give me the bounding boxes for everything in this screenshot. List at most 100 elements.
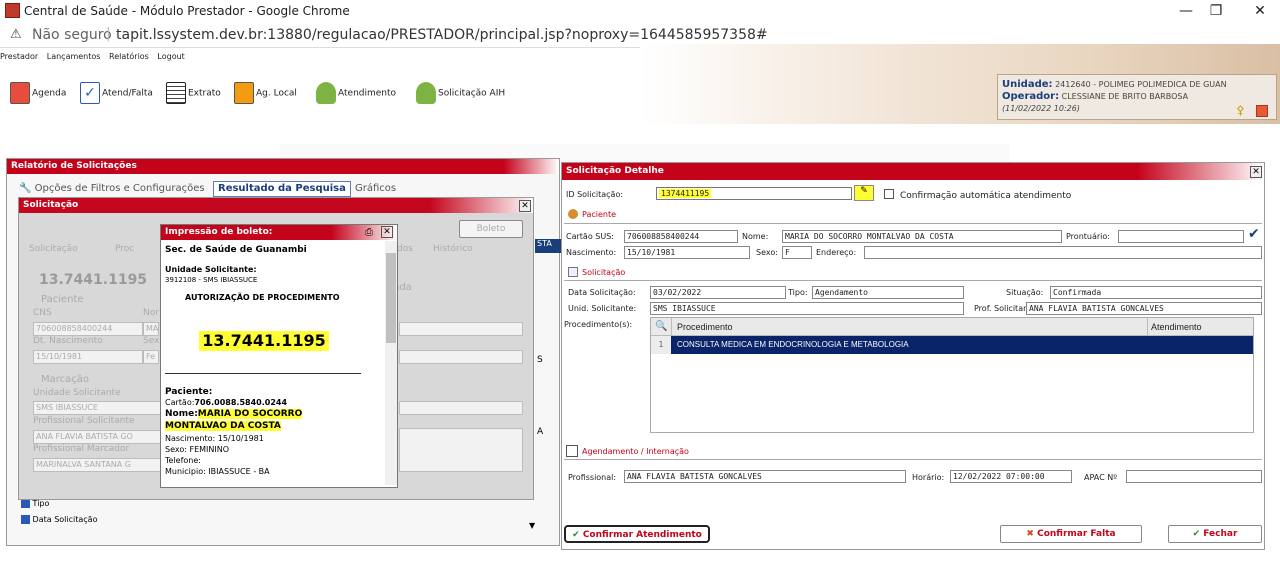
toolbar-atendimento-label: Atendimento bbox=[338, 88, 397, 99]
print-icon[interactable]: ⎙ bbox=[365, 227, 373, 238]
paciente-legend: Paciente bbox=[41, 294, 84, 305]
confirmar-falta-label: Confirmar Falta bbox=[1037, 529, 1116, 539]
tab-filtros[interactable]: 🔧 Opções de Filtros e Configurações bbox=[19, 183, 205, 194]
grid-col-procedimento[interactable]: Procedimento bbox=[677, 322, 733, 332]
close-icon[interactable]: ✕ bbox=[519, 200, 531, 212]
nome-field-fragment: MA bbox=[143, 322, 159, 336]
boleto-button[interactable]: Boleto bbox=[459, 220, 523, 238]
boleto-autorizacao: AUTORIZAÇÃO DE PROCEDIMENTO bbox=[185, 293, 340, 302]
close-icon[interactable]: ✕ bbox=[381, 226, 393, 238]
not-secure-label[interactable]: Não seguro bbox=[32, 27, 112, 43]
notes-field bbox=[399, 428, 523, 472]
sexo-label-fragment: Sex bbox=[143, 336, 160, 346]
tab-solicitacao-label: Solicitação bbox=[29, 244, 78, 254]
paciente-section: Paciente bbox=[582, 210, 617, 219]
tab-procedimentos[interactable]: Proc bbox=[115, 244, 134, 254]
prof-sol-field[interactable]: ANA FLAVIA BATISTA GONCALVES bbox=[1026, 302, 1262, 315]
menu-relatorios[interactable]: Relatórios bbox=[109, 52, 149, 61]
boleto-cartao-label: Cartão: bbox=[165, 398, 195, 407]
logout-icon[interactable] bbox=[1256, 105, 1268, 117]
nome-field-tail bbox=[399, 322, 523, 336]
toolbar-agenda[interactable]: Agenda bbox=[10, 82, 66, 112]
toolbar-extrato-label: Extrato bbox=[188, 88, 221, 99]
fechar-button[interactable]: ✔ Fechar bbox=[1168, 525, 1262, 543]
prontuario-field[interactable] bbox=[1118, 230, 1244, 243]
dt-nasc-field: 15/10/1981 bbox=[33, 350, 143, 364]
confirmar-atendimento-label: Confirmar Atendimento bbox=[582, 530, 702, 540]
boleto-nome: Nome:MARIA DO SOCORRO bbox=[165, 409, 303, 419]
apac-field[interactable] bbox=[1126, 470, 1262, 483]
close-icon[interactable]: ✕ bbox=[1248, 1, 1272, 21]
scrollbar-thumb[interactable] bbox=[386, 253, 396, 343]
close-icon[interactable]: ✕ bbox=[1250, 166, 1262, 178]
chk-tipo-row[interactable]: Tipo bbox=[21, 499, 49, 508]
doctor-icon bbox=[316, 82, 336, 104]
tipo-field[interactable]: Agendamento bbox=[812, 286, 964, 299]
toolbar-ag-local-label: Ag. Local bbox=[256, 88, 297, 99]
grid-col-divider bbox=[671, 318, 672, 336]
maximize-icon[interactable]: ❐ bbox=[1204, 1, 1228, 21]
grid-col-atendimento[interactable]: Atendimento bbox=[1151, 322, 1202, 332]
x-icon: ✖ bbox=[1026, 529, 1034, 539]
auto-confirm-checkbox[interactable] bbox=[884, 189, 894, 199]
boleto-cartao-value: 706.0088.5840.0244 bbox=[194, 398, 288, 407]
solicitacao-modal-title: Solicitação bbox=[19, 198, 533, 213]
minimize-icon[interactable]: — bbox=[1174, 1, 1198, 21]
boleto-nome-value-2: MONTALVAO DA COSTA bbox=[165, 421, 281, 431]
tab-resultado[interactable]: Resultado da Pesquisa bbox=[213, 181, 351, 197]
unidade-value: 2412640 - POLIMEG POLIMEDICA DE GUAN bbox=[1055, 80, 1227, 89]
scroll-down-icon[interactable]: ▼ bbox=[529, 521, 535, 530]
menu-lancamentos[interactable]: Lançamentos bbox=[47, 52, 101, 61]
tab-solicitacao[interactable]: Solicitação bbox=[29, 244, 78, 254]
cns-field: 706008858400244 bbox=[33, 322, 143, 336]
data-sol-field[interactable]: 03/02/2022 bbox=[650, 286, 786, 299]
check-icon[interactable]: ✔ bbox=[1248, 226, 1260, 242]
unid-sol-field[interactable]: SMS IBIASSUCE bbox=[650, 302, 964, 315]
search-icon[interactable]: ✎ bbox=[854, 185, 874, 201]
toolbar-extrato[interactable]: Extrato bbox=[166, 82, 221, 112]
nome-label-fragment: Nor bbox=[143, 308, 159, 318]
url-text[interactable]: tapit.lssystem.dev.br:13880/regulacao/PR… bbox=[116, 27, 768, 43]
id-field[interactable]: 1374411195 bbox=[656, 187, 852, 200]
procedimentos-grid: 🔍 Procedimento Atendimento 1 CONSULTA ME… bbox=[650, 317, 1254, 433]
profissional-label: Profissional: bbox=[568, 473, 617, 482]
prof-sol-label: Profissional Solicitante bbox=[33, 416, 135, 426]
confirmar-atendimento-button[interactable]: ✔ Confirmar Atendimento bbox=[564, 525, 710, 543]
toolbar-atendimento[interactable]: Atendimento bbox=[316, 82, 396, 112]
operador-value: CLESSIANE DE BRITO BARBOSA bbox=[1061, 92, 1189, 101]
cartao-field[interactable]: 706008858400244 bbox=[624, 230, 738, 243]
warning-icon[interactable]: ⚠ bbox=[10, 27, 22, 42]
situacao-field[interactable]: Confirmada bbox=[1050, 286, 1262, 299]
toolbar-solicitacao-aih[interactable]: Solicitação AIH bbox=[416, 82, 505, 112]
endereco-field[interactable] bbox=[864, 246, 1262, 259]
toolbar-atend-falta[interactable]: ✓ Atend/Falta bbox=[80, 82, 153, 112]
checkbox-checked-icon[interactable] bbox=[21, 515, 30, 524]
id-value: 1374411195 bbox=[659, 189, 712, 198]
tab-historico[interactable]: Histórico bbox=[433, 244, 473, 254]
scrollbar[interactable] bbox=[385, 241, 397, 485]
table-row[interactable]: CONSULTA MEDICA EM ENDOCRINOLOGIA E META… bbox=[671, 336, 1253, 354]
profissional-field[interactable]: ANA FLAVIA BATISTA GONCALVES bbox=[624, 470, 906, 483]
prof-marc-label: Profissional Marcador bbox=[33, 444, 130, 454]
grid-search-icon[interactable]: 🔍 bbox=[655, 321, 667, 332]
toolbar-ag-local[interactable]: Ag. Local bbox=[234, 82, 297, 112]
menu-logout[interactable]: Logout bbox=[157, 52, 184, 61]
key-icon[interactable]: ⚴ bbox=[1236, 103, 1245, 117]
tab-graficos[interactable]: Gráficos bbox=[355, 183, 396, 194]
checkbox-checked-icon[interactable] bbox=[21, 499, 30, 508]
horario-field[interactable]: 12/02/2022 07:00:00 bbox=[950, 470, 1072, 483]
menu-prestador[interactable]: Prestador bbox=[0, 52, 38, 61]
nome-field[interactable]: MARIA DO SOCORRO MONTALVAO DA COSTA bbox=[782, 230, 1062, 243]
chk-data-row[interactable]: Data Solicitação bbox=[21, 515, 97, 524]
horario-label: Horário: bbox=[912, 473, 945, 482]
boleto-nome-value-1: MARIA DO SOCORRO bbox=[197, 409, 303, 419]
grid-row-number: 1 bbox=[651, 336, 671, 354]
marcacao-legend: Marcação bbox=[41, 374, 90, 385]
confirmar-falta-button[interactable]: ✖ Confirmar Falta bbox=[1000, 525, 1142, 543]
sexo-field-fragment: Fe bbox=[143, 350, 159, 364]
sexo-field[interactable]: F bbox=[782, 246, 812, 259]
operador-label: Operador: bbox=[1002, 91, 1060, 102]
tab-dos[interactable]: dos bbox=[397, 244, 413, 254]
prof-sol-field: ANA FLAVIA BATISTA GO bbox=[33, 430, 161, 444]
nascimento-field[interactable]: 15/10/1981 bbox=[624, 246, 750, 259]
